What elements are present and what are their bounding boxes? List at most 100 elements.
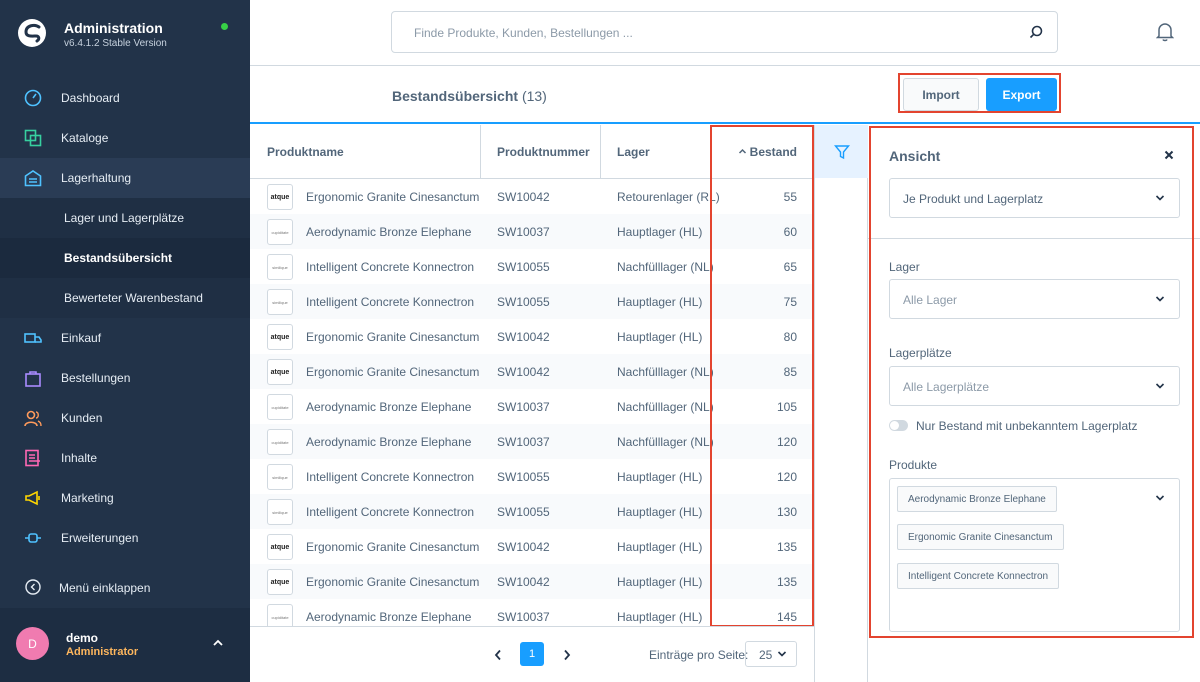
column-header-produktname[interactable]: Produktname xyxy=(250,125,480,179)
user-name: demo xyxy=(66,631,99,645)
cell-product-number: SW10042 xyxy=(497,190,550,204)
filter-toggle-button[interactable] xyxy=(815,125,868,178)
cell-product-name[interactable]: Intelligent Concrete Konnectron xyxy=(306,470,474,484)
collapse-menu-button[interactable]: Menü einklappen xyxy=(0,568,250,608)
thumbnail-text: cupiditate xyxy=(271,229,289,235)
thumbnail-text: similique xyxy=(272,299,288,305)
sidebar-item-label: Erweiterungen xyxy=(61,531,139,545)
chevron-up-icon[interactable] xyxy=(212,637,224,649)
sidebar-item-kunden[interactable]: Kunden xyxy=(0,398,250,438)
sidebar-item-label: Kunden xyxy=(61,411,103,425)
thumbnail-text: cupiditate xyxy=(271,439,289,445)
cell-warehouse: Hauptlager (HL) xyxy=(617,540,703,554)
column-header-produktnummer[interactable]: Produktnummer xyxy=(481,125,600,179)
user-menu[interactable]: D demo Administrator xyxy=(0,608,250,682)
product-thumbnail: atque xyxy=(267,534,293,560)
per-page-label: Einträge pro Seite: xyxy=(649,648,749,662)
cell-product-name[interactable]: Aerodynamic Bronze Elephane xyxy=(306,435,471,449)
import-button[interactable]: Import xyxy=(903,78,979,111)
product-thumbnail: atque xyxy=(267,359,293,385)
product-thumbnail: cupiditate xyxy=(267,394,293,420)
avatar: D xyxy=(16,627,49,660)
cell-product-name[interactable]: Aerodynamic Bronze Elephane xyxy=(306,400,471,414)
export-button[interactable]: Export xyxy=(986,78,1057,111)
cell-product-number: SW10042 xyxy=(497,540,550,554)
cell-warehouse: Hauptlager (HL) xyxy=(617,610,703,624)
sidebar-item-inhalte[interactable]: Inhalte xyxy=(0,438,250,478)
catalog-icon xyxy=(24,129,42,147)
pagination: 1 Einträge pro Seite: 25 xyxy=(250,626,814,682)
chevron-left-icon[interactable] xyxy=(494,649,502,661)
page-number-button[interactable]: 1 xyxy=(520,642,544,666)
page-header: Bestandsübersicht (13) Import Export xyxy=(250,66,1200,124)
cell-warehouse: Hauptlager (HL) xyxy=(617,505,703,519)
thumbnail-text: cupiditate xyxy=(271,614,289,620)
cell-product-name[interactable]: Intelligent Concrete Konnectron xyxy=(306,260,474,274)
highlight-frame-bestand-column xyxy=(710,125,814,627)
per-page-select[interactable]: 25 xyxy=(745,641,797,667)
cell-product-number: SW10042 xyxy=(497,365,550,379)
page-title-text: Bestandsübersicht xyxy=(392,88,519,104)
sidebar-header: Administration v6.4.1.2 Stable Version xyxy=(0,0,250,66)
product-thumbnail: similique xyxy=(267,464,293,490)
cell-product-number: SW10042 xyxy=(497,330,550,344)
cell-product-name[interactable]: Aerodynamic Bronze Elephane xyxy=(306,610,471,624)
chevron-right-icon[interactable] xyxy=(563,649,571,661)
sidebar-item-label: Bestandsübersicht xyxy=(64,251,173,265)
online-status-dot xyxy=(221,23,228,30)
shopware-logo-icon[interactable] xyxy=(17,18,47,48)
sidebar-item-dashboard[interactable]: Dashboard xyxy=(0,78,250,118)
dashboard-icon xyxy=(24,89,42,107)
column-header-lager[interactable]: Lager xyxy=(601,125,711,179)
product-thumbnail: similique xyxy=(267,254,293,280)
users-icon xyxy=(24,410,42,427)
sidebar-subitem-bewerteter-warenbestand[interactable]: Bewerteter Warenbestand xyxy=(0,278,250,318)
sidebar-item-kataloge[interactable]: Kataloge xyxy=(0,118,250,158)
per-page-value: 25 xyxy=(759,648,773,662)
top-bar: Finde Produkte, Kunden, Bestellungen ... xyxy=(250,0,1200,66)
cell-product-name[interactable]: Ergonomic Granite Cinesanctum xyxy=(306,190,479,204)
bag-icon xyxy=(25,371,41,387)
cell-warehouse: Hauptlager (HL) xyxy=(617,575,703,589)
sidebar-item-einkauf[interactable]: Einkauf xyxy=(0,318,250,358)
collapse-menu-label: Menü einklappen xyxy=(59,581,151,595)
app-version: v6.4.1.2 Stable Version xyxy=(64,38,167,49)
page-title-count: (13) xyxy=(521,88,547,104)
thumbnail-text: similique xyxy=(272,474,288,480)
thumbnail-text: atque xyxy=(270,333,290,341)
cell-warehouse: Retourenlager (RL) xyxy=(617,190,720,204)
cell-warehouse: Nachfülllager (NL) xyxy=(617,435,714,449)
cell-product-name[interactable]: Ergonomic Granite Cinesanctum xyxy=(306,540,479,554)
cell-product-number: SW10037 xyxy=(497,400,550,414)
cell-product-name[interactable]: Ergonomic Granite Cinesanctum xyxy=(306,365,479,379)
cell-product-number: SW10042 xyxy=(497,575,550,589)
cell-product-name[interactable]: Aerodynamic Bronze Elephane xyxy=(306,225,471,239)
sidebar-subitem-bestandsuebersicht[interactable]: Bestandsübersicht xyxy=(0,238,250,278)
cell-product-name[interactable]: Intelligent Concrete Konnectron xyxy=(306,295,474,309)
sidebar-item-erweiterungen[interactable]: Erweiterungen xyxy=(0,518,250,558)
search-icon[interactable] xyxy=(1029,25,1043,39)
truck-icon xyxy=(24,333,42,343)
cell-warehouse: Nachfülllager (NL) xyxy=(617,365,714,379)
sidebar-subitem-lager[interactable]: Lager und Lagerplätze xyxy=(0,198,250,238)
sidebar-item-label: Dashboard xyxy=(61,91,120,105)
sidebar-item-marketing[interactable]: Marketing xyxy=(0,478,250,518)
chevron-down-icon xyxy=(777,651,787,657)
sidebar-item-bestellungen[interactable]: Bestellungen xyxy=(0,358,250,398)
cell-product-name[interactable]: Ergonomic Granite Cinesanctum xyxy=(306,575,479,589)
cell-product-number: SW10055 xyxy=(497,260,550,274)
page-title: Bestandsübersicht (13) xyxy=(392,88,547,104)
product-thumbnail: cupiditate xyxy=(267,604,293,626)
cell-product-name[interactable]: Ergonomic Granite Cinesanctum xyxy=(306,330,479,344)
cell-product-number: SW10055 xyxy=(497,295,550,309)
product-thumbnail: atque xyxy=(267,569,293,595)
sidebar-item-label: Inhalte xyxy=(61,451,98,465)
cell-product-number: SW10037 xyxy=(497,225,550,239)
cell-product-number: SW10055 xyxy=(497,505,550,519)
sidebar-item-lagerhaltung[interactable]: Lagerhaltung xyxy=(0,158,250,198)
user-role: Administrator xyxy=(66,646,139,658)
cell-product-name[interactable]: Intelligent Concrete Konnectron xyxy=(306,505,474,519)
sidebar-item-label: Marketing xyxy=(61,491,114,505)
notification-bell-icon[interactable] xyxy=(1156,22,1174,42)
search-input[interactable]: Finde Produkte, Kunden, Bestellungen ... xyxy=(391,11,1058,53)
